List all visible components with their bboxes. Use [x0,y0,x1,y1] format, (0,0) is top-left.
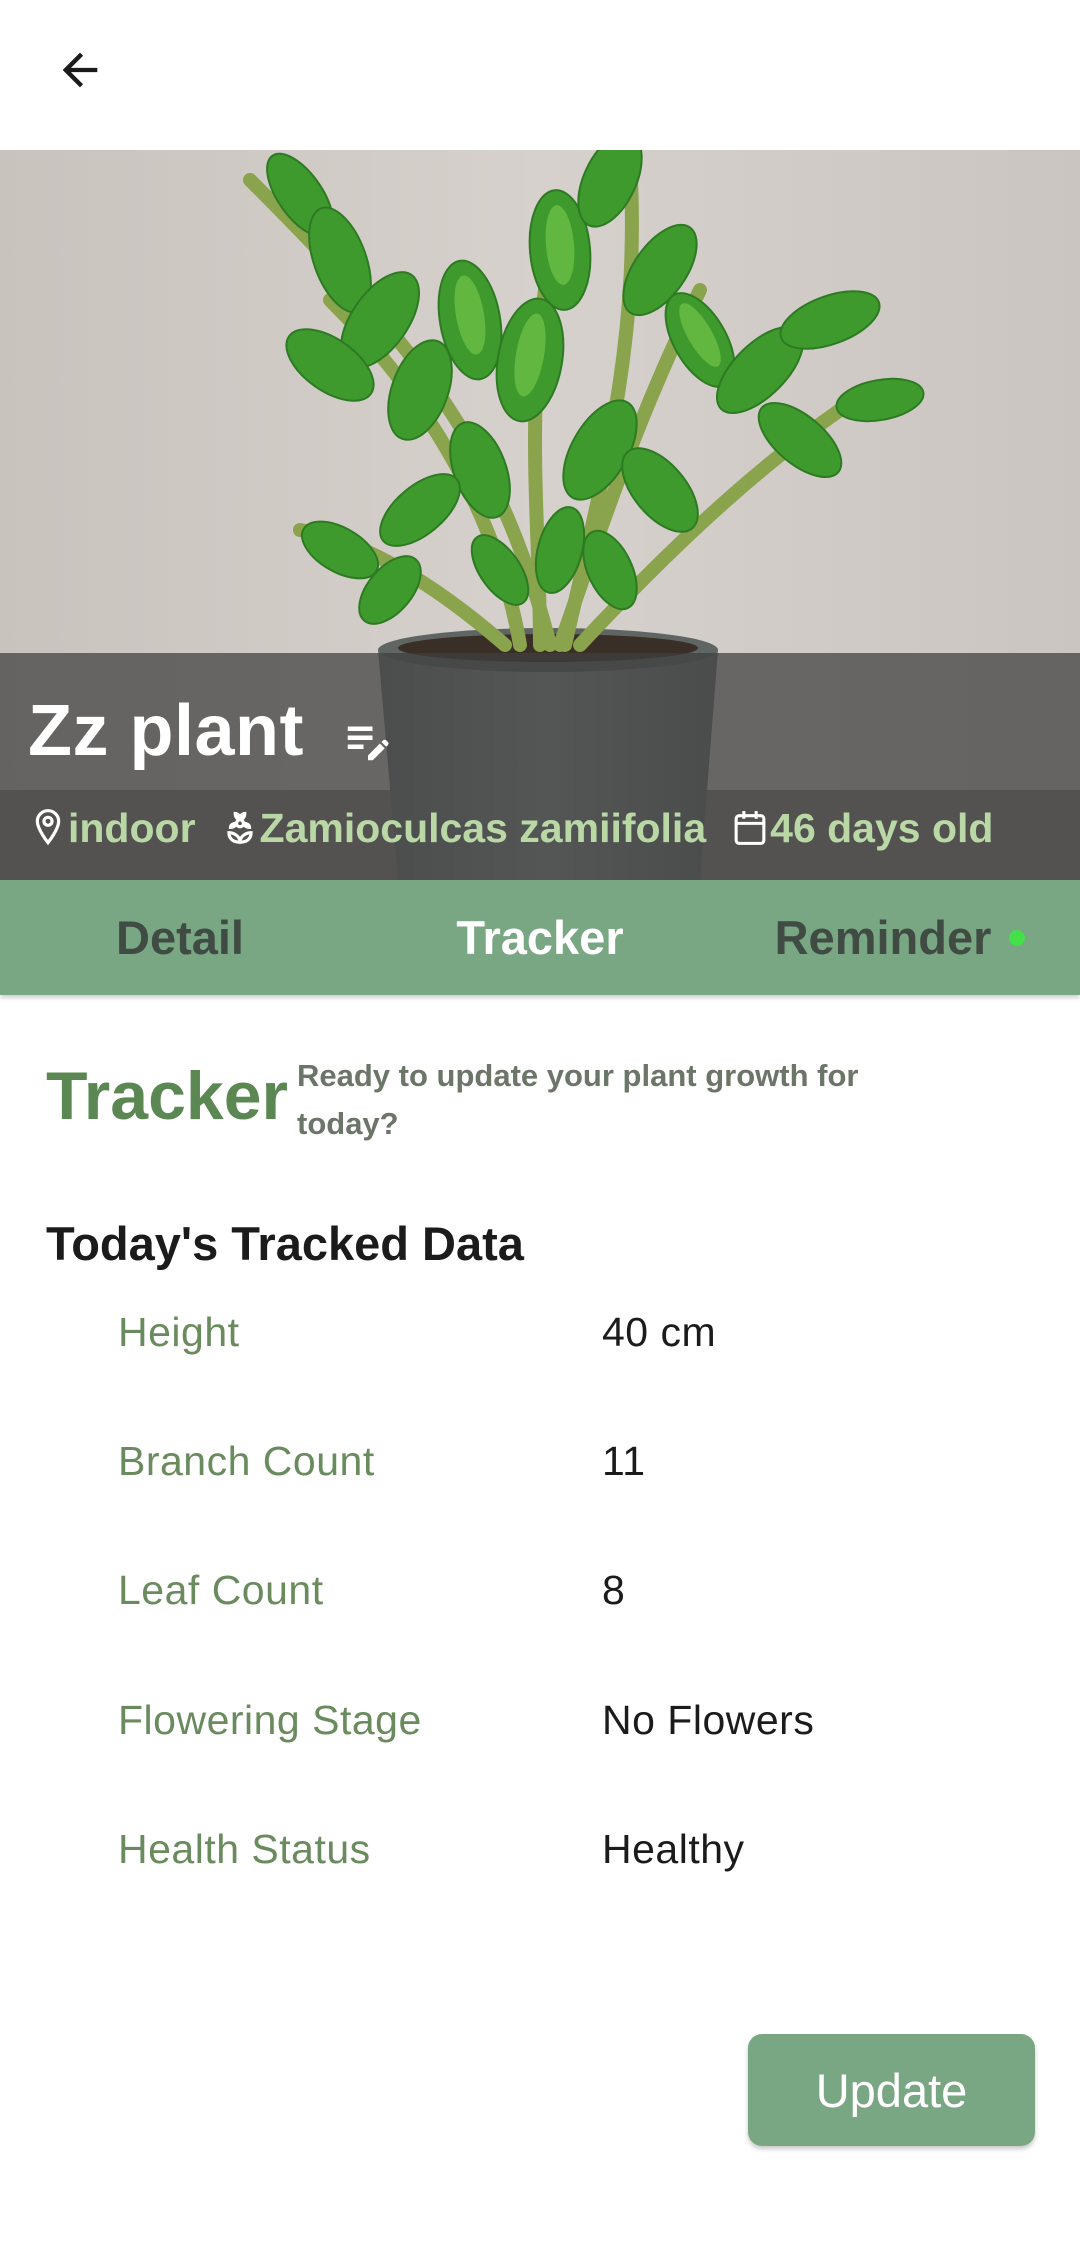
row-label: Health Status [118,1826,371,1872]
edit-plant-button[interactable] [338,710,398,770]
tab-reminder[interactable]: Reminder [720,880,1080,995]
notification-dot [1009,929,1026,946]
top-app-bar [0,0,1080,150]
tracker-subtitle: Ready to update your plant growth for to… [297,1058,859,1141]
row-label: Branch Count [118,1438,375,1484]
tab-bar: Detail Tracker Reminder [0,880,1080,995]
plant-location: indoor [28,806,196,850]
plant-age: 46 days old [730,806,993,850]
tab-detail-label: Detail [116,911,244,964]
tab-reminder-label: Reminder [774,911,992,964]
tab-tracker[interactable]: Tracker [360,880,720,995]
arrow-left-icon [62,52,98,88]
species-text: Zamioculcas zamiifolia [259,804,707,851]
row-label: Height [118,1309,240,1355]
plant-name: Zz plant [28,691,304,771]
section-title: Today's Tracked Data [46,1217,524,1270]
age-text: 46 days old [770,804,994,851]
tracked-row-branch-count: Branch Count 11 [0,1421,1080,1501]
map-pin-icon [28,806,68,850]
row-value: 11 [602,1438,646,1484]
tracked-row-health-status: Health Status Healthy [0,1809,1080,1889]
row-value: No Flowers [602,1697,815,1743]
plant-hero: Zz plant indoor Zamioculcas zamiifolia 4… [0,150,1080,880]
row-label: Flowering Stage [118,1697,422,1743]
back-button[interactable] [40,30,120,110]
update-button[interactable]: Update [748,2034,1035,2146]
calendar-icon [730,806,770,850]
plant-meta: indoor Zamioculcas zamiifolia 46 days ol… [28,798,1017,858]
tab-tracker-label: Tracker [456,911,624,964]
tracked-row-height: Height 40 cm [0,1292,1080,1372]
tracked-row-flowering-stage: Flowering Stage No Flowers [0,1680,1080,1760]
tracked-row-leaf-count: Leaf Count 8 [0,1550,1080,1630]
tab-detail[interactable]: Detail [0,880,360,995]
plant-species: Zamioculcas zamiifolia [220,804,707,851]
row-value: 40 cm [602,1309,717,1355]
location-text: indoor [68,804,196,851]
row-value: Healthy [602,1826,745,1872]
row-value: 8 [602,1567,626,1613]
edit-note-icon [347,726,389,761]
row-label: Leaf Count [118,1567,324,1613]
flower-icon [220,806,260,850]
tracker-title: Tracker [46,1058,288,1134]
